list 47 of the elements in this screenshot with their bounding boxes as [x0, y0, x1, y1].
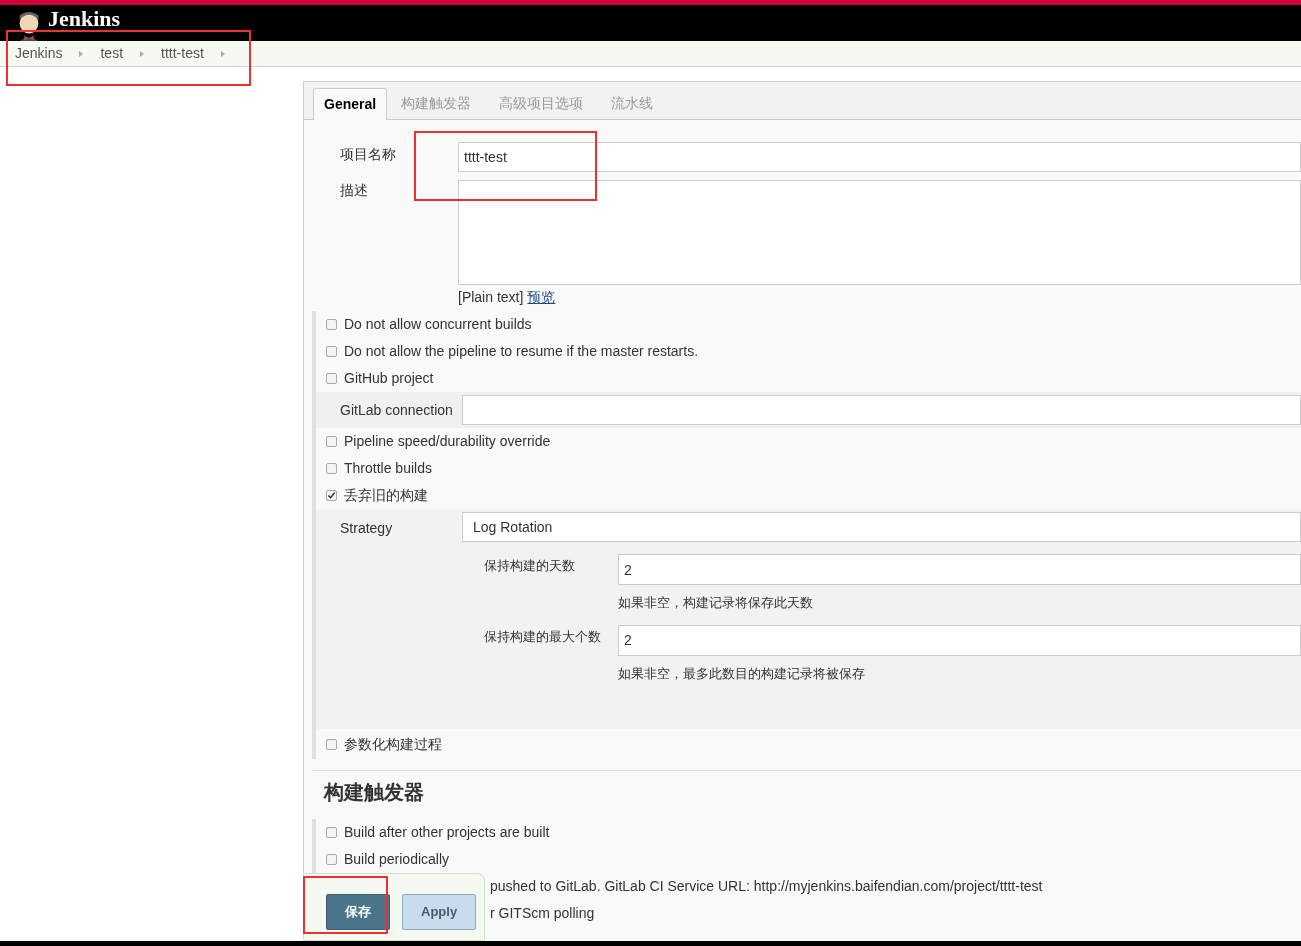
field-label: 保持构建的最大个数 [483, 627, 602, 646]
caret-icon[interactable] [140, 50, 145, 57]
breadcrumb-link[interactable]: test [100, 43, 124, 64]
field-label: Strategy [339, 519, 394, 538]
checkbox[interactable] [326, 319, 337, 330]
breadcrumb-link[interactable]: Jenkins [15, 43, 63, 64]
checkbox[interactable] [326, 854, 337, 865]
preview-link[interactable]: 预览 [527, 286, 556, 308]
checkbox-label: Build periodically [344, 850, 450, 869]
checkbox-label: pushed to GitLab. GitLab CI Service URL: http://myjenkins.baifendian.com/project/tttt-test [490, 877, 1043, 896]
field-label: 项目名称 [339, 145, 397, 164]
caret-icon[interactable] [220, 50, 225, 57]
help-text: 如果非空，构建记录将保存此天数 [618, 594, 813, 612]
app-title[interactable]: Jenkins [48, 8, 121, 30]
breadcrumb-link[interactable]: tttt-test [161, 43, 204, 64]
checkbox-label: Build after other projects are built [344, 823, 550, 842]
checkbox-label: GitHub project [344, 369, 434, 388]
checkbox[interactable] [326, 373, 337, 384]
checked-checkbox[interactable] [326, 490, 337, 501]
tab[interactable]: General [313, 88, 388, 120]
help-text: 如果非空，最多此数目的构建记录将被保存 [618, 664, 865, 683]
checkbox[interactable] [326, 436, 337, 447]
input-field[interactable]: 2 [618, 624, 1301, 656]
checkbox-label: Do not allow the pipeline to resume if the master restarts. [344, 342, 699, 361]
section-heading: 构建触发器 [322, 780, 424, 805]
checkbox-label: 丢弃旧的构建 [344, 486, 428, 505]
checkbox-label: Pipeline speed/durability override [344, 432, 551, 451]
text-area[interactable] [458, 180, 1301, 285]
input-field[interactable] [462, 395, 1301, 425]
field-label: 描述 [339, 181, 369, 200]
checkbox[interactable] [326, 738, 337, 750]
checkbox[interactable] [326, 346, 337, 357]
checkbox-label: r GITScm polling [490, 904, 595, 923]
save-button[interactable]: 保存 [326, 894, 390, 930]
checkbox[interactable] [326, 827, 337, 838]
checkbox[interactable] [326, 463, 337, 474]
input-field[interactable]: 2 [618, 554, 1301, 585]
strategy-dropdown[interactable]: Log Rotation [462, 512, 1301, 542]
format-label: [Plain text] [458, 287, 524, 307]
checkbox-label: 参数化构建过程 [344, 734, 442, 754]
checkbox-label: Do not allow concurrent builds [344, 315, 532, 334]
caret-icon[interactable] [79, 50, 84, 57]
field-label: GitLab connection [339, 400, 454, 420]
apply-button[interactable]: Apply [402, 894, 477, 930]
input-field[interactable]: tttt-test [458, 142, 1301, 172]
field-label: 保持构建的天数 [483, 557, 576, 575]
checkbox-label: Throttle builds [344, 459, 432, 478]
